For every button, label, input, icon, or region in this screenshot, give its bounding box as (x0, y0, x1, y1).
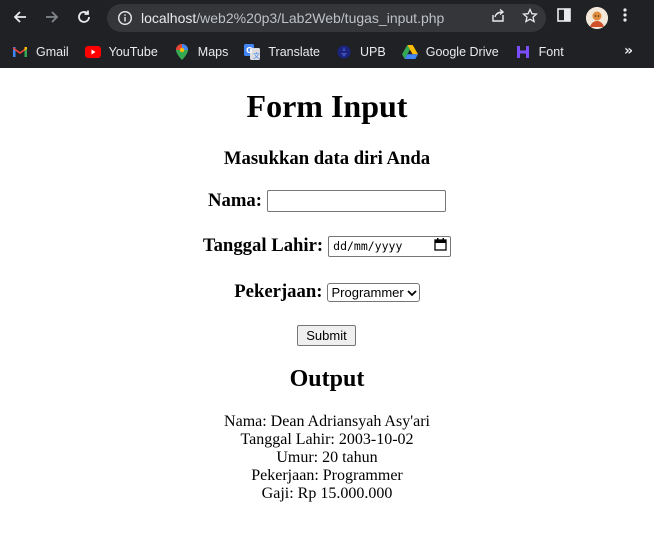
output-block: Nama: Dean Adriansyah Asy'ari Tanggal La… (0, 413, 654, 503)
profile-avatar[interactable] (586, 6, 608, 29)
kebab-menu-icon[interactable] (622, 7, 628, 28)
side-panel-icon[interactable] (556, 7, 572, 28)
submit-button[interactable]: Submit (297, 325, 356, 346)
bookmarks-bar: Gmail YouTube Maps G文 Translate UPB Goog… (0, 35, 654, 68)
back-arrow-icon (13, 11, 26, 23)
font-icon (515, 44, 531, 60)
output-umur: Umur: 20 tahun (276, 449, 378, 466)
translate-icon: G文 (244, 43, 261, 60)
browser-toolbar: localhost/web2%20p3/Lab2Web/tugas_input.… (0, 0, 654, 35)
back-button[interactable] (6, 3, 34, 31)
page-title: Form Input (246, 88, 408, 124)
bookmark-label: Maps (197, 44, 229, 59)
profile-avatar-icon (586, 6, 608, 29)
tanggal-row: Tanggal Lahir: dd/mm/yyyy (0, 235, 654, 257)
youtube-icon (84, 44, 101, 60)
output-nama: Nama: Dean Adriansyah Asy'ari (224, 413, 430, 430)
site-info-icon[interactable] (115, 10, 135, 26)
url-path: /web2%20p3/Lab2Web/tugas_input.php (196, 10, 445, 26)
url-host: localhost (141, 10, 197, 26)
share-icon[interactable] (490, 8, 506, 29)
pekerjaan-row: Pekerjaan: Programmer (0, 281, 654, 303)
tanggal-lahir-input[interactable]: dd/mm/yyyy (328, 235, 452, 257)
bookmark-label: UPB (360, 44, 386, 59)
calendar-icon[interactable] (434, 238, 447, 254)
reload-icon (78, 10, 90, 23)
bookmark-translate[interactable]: G文 Translate (244, 43, 321, 60)
maps-icon (174, 43, 190, 60)
output-gaji: Gaji: Rp 15.000.000 (261, 485, 393, 502)
form-subtitle: Masukkan data diri Anda (223, 148, 431, 169)
pekerjaan-label: Pekerjaan: (234, 281, 323, 302)
bookmark-star-icon[interactable] (521, 7, 539, 29)
tanggal-lahir-label: Tanggal Lahir: (202, 235, 324, 256)
bookmark-label: Gmail (36, 44, 69, 59)
date-placeholder: dd/mm/yyyy (333, 239, 403, 253)
bookmark-maps[interactable]: Maps (174, 43, 229, 60)
svg-text:文: 文 (253, 51, 260, 60)
url-text: localhost/web2%20p3/Lab2Web/tugas_input.… (141, 10, 444, 26)
bookmark-label: YouTube (108, 44, 158, 59)
nama-row: Nama: (0, 190, 654, 212)
output-heading: Output (289, 366, 365, 392)
forward-button[interactable] (38, 3, 66, 31)
bookmark-font[interactable]: Font (515, 44, 564, 60)
browser-chrome: localhost/web2%20p3/Lab2Web/tugas_input.… (0, 0, 654, 68)
output-tanggal-lahir: Tanggal Lahir: 2003-10-02 (240, 431, 414, 448)
bookmark-label: Translate (268, 44, 321, 59)
nama-label: Nama: (208, 190, 262, 211)
bookmark-label: Google Drive (425, 44, 499, 59)
forward-arrow-icon (46, 11, 59, 23)
gmail-icon (12, 44, 28, 60)
bookmark-youtube[interactable]: YouTube (84, 44, 158, 60)
chevron-down-icon (407, 285, 417, 300)
bookmark-upb[interactable]: UPB (336, 44, 386, 60)
reload-button[interactable] (70, 3, 98, 31)
pekerjaan-select[interactable]: Programmer (327, 282, 420, 302)
upb-icon (336, 44, 352, 60)
bookmark-google-drive[interactable]: Google Drive (401, 44, 499, 60)
bookmark-label: Font (538, 44, 564, 59)
pekerjaan-selected-value: Programmer (331, 284, 404, 300)
address-bar[interactable]: localhost/web2%20p3/Lab2Web/tugas_input.… (107, 4, 546, 32)
output-pekerjaan: Pekerjaan: Programmer (251, 467, 403, 484)
svg-text:G: G (246, 46, 253, 55)
nama-input[interactable] (266, 190, 446, 212)
bookmark-gmail[interactable]: Gmail (12, 44, 69, 60)
google-drive-icon (401, 44, 418, 60)
more-bookmarks-button[interactable]: » (624, 43, 633, 59)
